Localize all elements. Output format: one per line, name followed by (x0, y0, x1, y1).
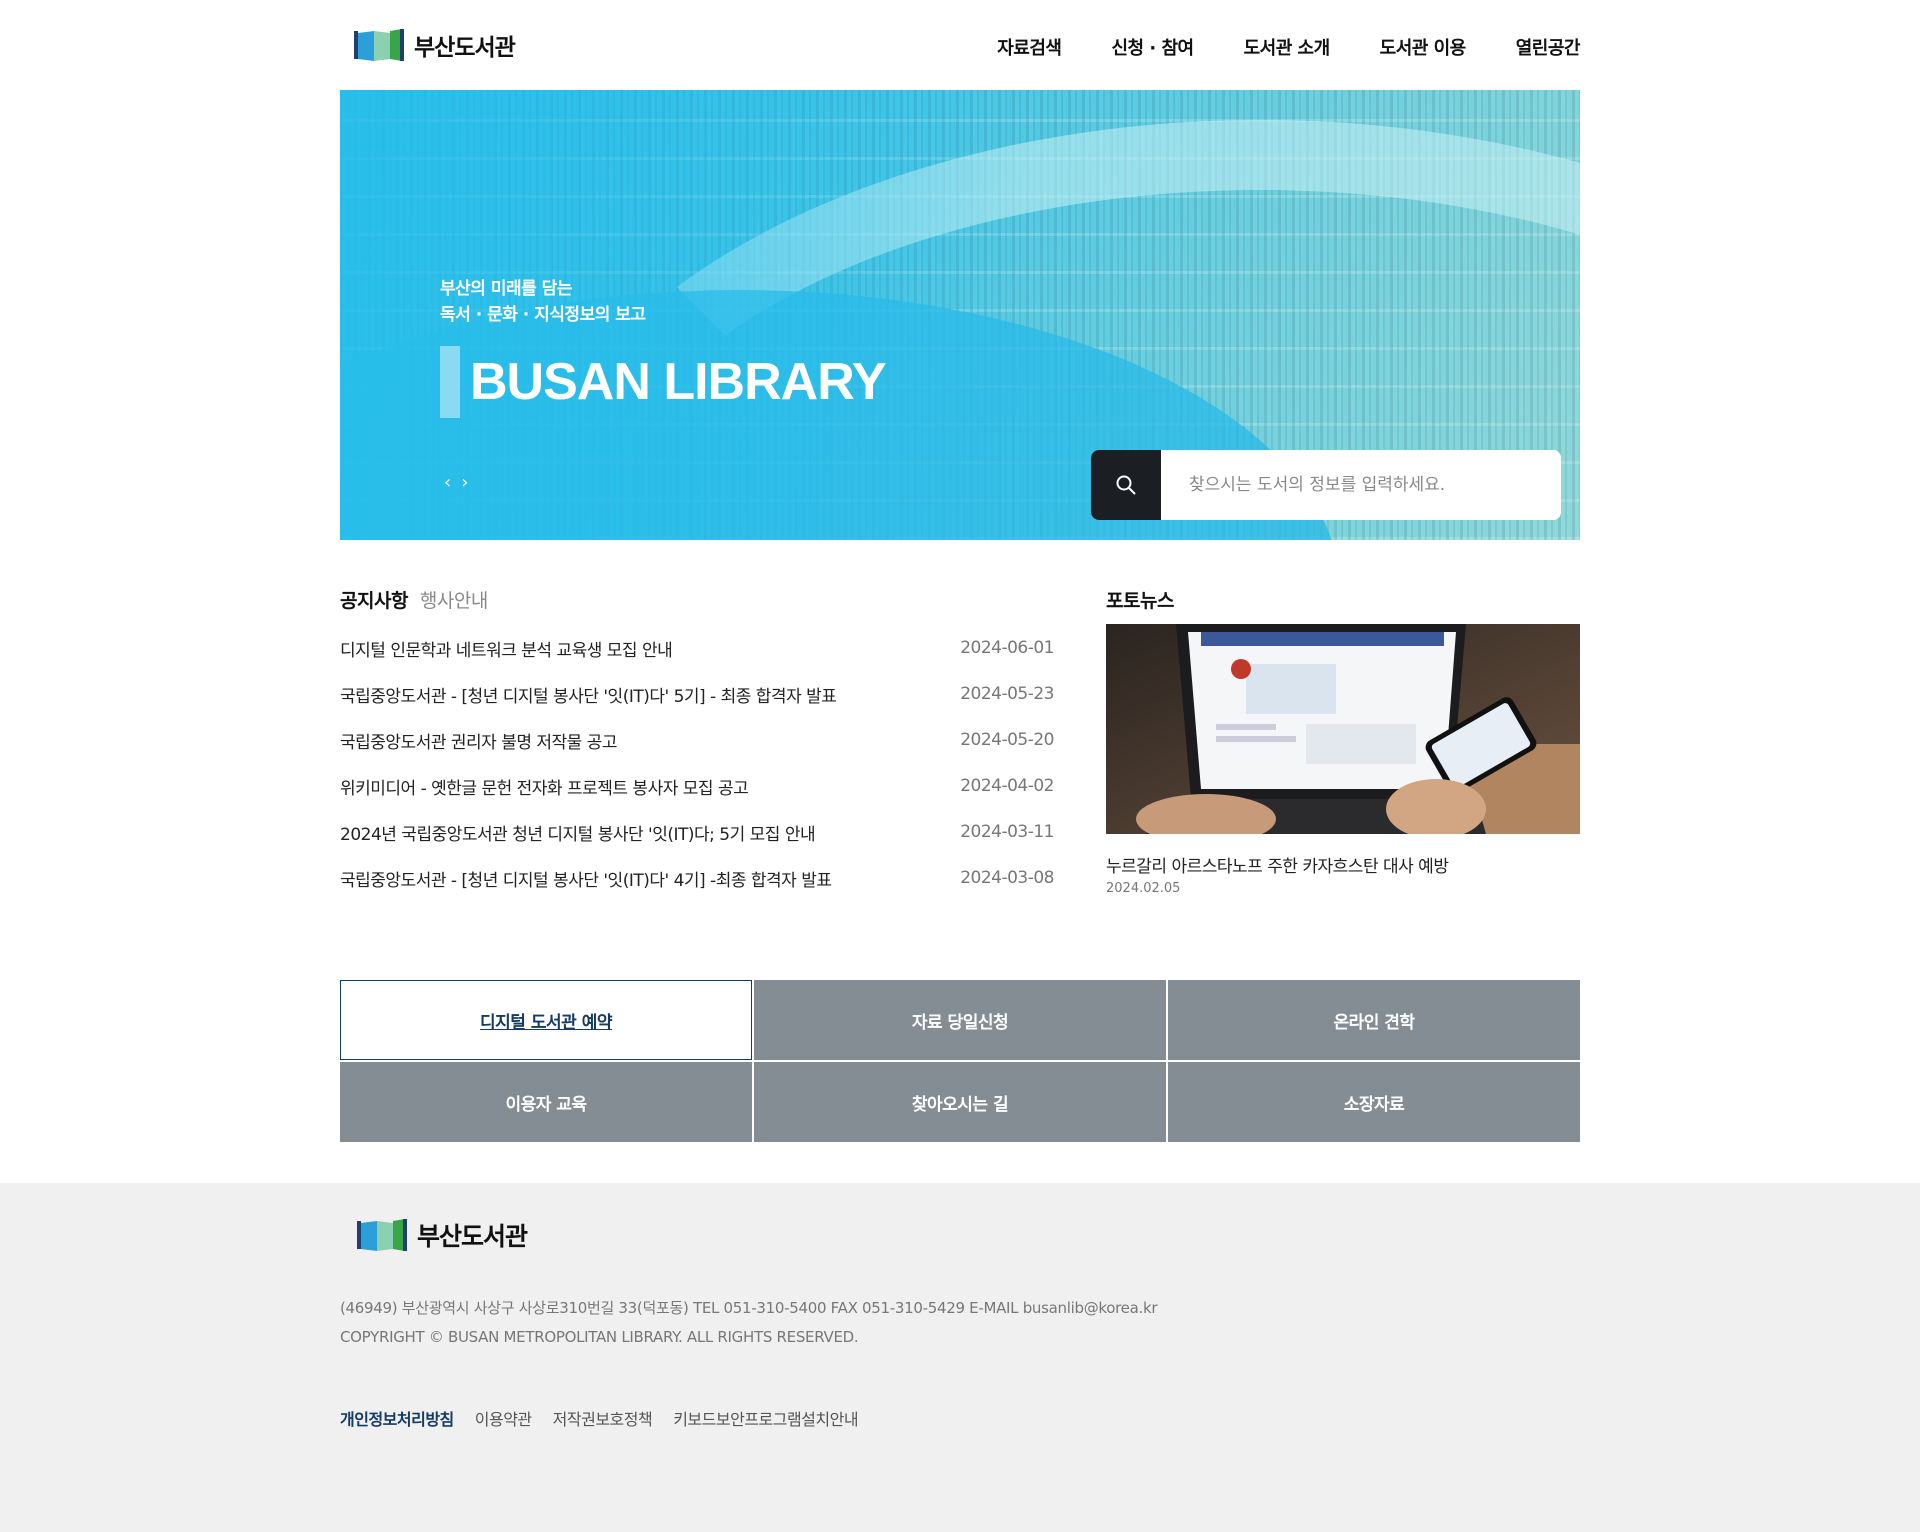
nav-item-about[interactable]: 도서관 소개 (1244, 34, 1331, 60)
search-box (1091, 450, 1561, 520)
main-nav: 자료검색 신청 · 참여 도서관 소개 도서관 이용 열린공간 (997, 34, 1580, 60)
notice-title[interactable]: 국립중앙도서관 권리자 불명 저작물 공고 (340, 728, 617, 753)
quick-directions[interactable]: 찾아오시는 길 (754, 1062, 1166, 1142)
footer-links: 개인정보처리방침 이용약관 저작권보호정책 키보드보안프로그램설치안내 (340, 1406, 859, 1430)
chevron-right-icon[interactable]: › (461, 472, 468, 493)
notice-date: 2024-03-11 (960, 822, 1054, 842)
notice-list: 디지털 인문학과 네트워크 분석 교육생 모집 안내 2024-06-01 국립… (340, 625, 1054, 901)
site-footer: 부산도서관 (46949) 부산광역시 사상구 사상로310번길 33(덕포동)… (0, 1183, 1920, 1532)
hero-banner: 부산의 미래를 담는 독서 · 문화 · 지식정보의 보고 BUSAN LIBR… (340, 90, 1580, 540)
notice-date: 2024-05-20 (960, 730, 1054, 750)
footer-copyright: COPYRIGHT © BUSAN METROPOLITAN LIBRARY. … (340, 1328, 859, 1346)
notice-title[interactable]: 디지털 인문학과 네트워크 분석 교육생 모집 안내 (340, 636, 672, 661)
quick-menu: 디지털 도서관 예약 자료 당일신청 온라인 견학 이용자 교육 찾아오시는 길… (340, 980, 1580, 1142)
hero-accent-bar (440, 346, 460, 418)
nav-item-apply[interactable]: 신청 · 참여 (1111, 34, 1194, 60)
footer-address: (46949) 부산광역시 사상구 사상로310번길 33(덕포동) TEL 0… (340, 1299, 1158, 1317)
notice-title[interactable]: 위키미디어 - 옛한글 문헌 전자화 프로젝트 봉사자 모집 공고 (340, 774, 748, 799)
photo-news-caption[interactable]: 누르갈리 아르스타노프 주한 카자흐스탄 대사 예방 (1106, 852, 1449, 877)
notice-item[interactable]: 2024년 국립중앙도서관 청년 디지털 봉사단 '잇(IT)다; 5기 모집 … (340, 809, 1054, 855)
notice-title[interactable]: 국립중앙도서관 - [청년 디지털 봉사단 '잇(IT)다' 5기] - 최종 … (340, 682, 836, 707)
notice-date: 2024-06-01 (960, 638, 1054, 658)
footer-logo: 부산도서관 (357, 1217, 528, 1253)
quick-digital-library-reservation[interactable]: 디지털 도서관 예약 (340, 980, 752, 1060)
search-icon (1116, 475, 1136, 495)
photo-news-heading: 포토뉴스 (1106, 590, 1174, 612)
laptop-phone-photo (1106, 624, 1580, 834)
hero-subtitle: 부산의 미래를 담는 독서 · 문화 · 지식정보의 보고 (440, 276, 646, 328)
library-logo-icon (357, 1219, 407, 1251)
notice-title[interactable]: 국립중앙도서관 - [청년 디지털 봉사단 '잇(IT)다' 4기] -최종 합… (340, 866, 832, 891)
footer-link-copyright[interactable]: 저작권보호정책 (553, 1406, 653, 1430)
quick-collection[interactable]: 소장자료 (1168, 1062, 1580, 1142)
hero-subtitle-line2: 독서 · 문화 · 지식정보의 보고 (440, 305, 646, 325)
footer-link-terms[interactable]: 이용약관 (475, 1406, 532, 1430)
photo-news-date: 2024.02.05 (1106, 881, 1181, 896)
quick-online-tour[interactable]: 온라인 견학 (1168, 980, 1580, 1060)
notice-title[interactable]: 2024년 국립중앙도서관 청년 디지털 봉사단 '잇(IT)다; 5기 모집 … (340, 820, 815, 845)
hero-slider-controls: ‹ › (444, 472, 468, 493)
notice-date: 2024-03-08 (960, 868, 1054, 888)
tab-notices[interactable]: 공지사항 (340, 586, 408, 613)
chevron-left-icon[interactable]: ‹ (444, 472, 451, 493)
notice-item[interactable]: 국립중앙도서관 - [청년 디지털 봉사단 '잇(IT)다' 5기] - 최종 … (340, 671, 1054, 717)
footer-link-privacy[interactable]: 개인정보처리방침 (340, 1406, 454, 1430)
search-input[interactable] (1161, 450, 1561, 520)
library-logo-icon (354, 29, 404, 61)
nav-item-usage[interactable]: 도서관 이용 (1380, 34, 1467, 60)
footer-logo-text: 부산도서관 (417, 1222, 528, 1251)
notice-item[interactable]: 국립중앙도서관 권리자 불명 저작물 공고 2024-05-20 (340, 717, 1054, 763)
hero-subtitle-line1: 부산의 미래를 담는 (440, 279, 572, 299)
nav-item-search[interactable]: 자료검색 (997, 34, 1062, 60)
notice-item[interactable]: 국립중앙도서관 - [청년 디지털 봉사단 '잇(IT)다' 4기] -최종 합… (340, 855, 1054, 901)
footer-link-keyboard-security[interactable]: 키보드보안프로그램설치안내 (673, 1406, 858, 1430)
quick-same-day-request[interactable]: 자료 당일신청 (754, 980, 1166, 1060)
notice-item[interactable]: 디지털 인문학과 네트워크 분석 교육생 모집 안내 2024-06-01 (340, 625, 1054, 671)
hero-title: BUSAN LIBRARY (470, 353, 887, 411)
nav-item-open-space[interactable]: 열린공간 (1516, 34, 1581, 60)
footer-info: (46949) 부산광역시 사상구 사상로310번길 33(덕포동) TEL 0… (340, 1294, 1158, 1352)
site-logo[interactable]: 부산도서관 (354, 28, 516, 62)
tab-events[interactable]: 행사안내 (420, 586, 488, 613)
notice-date: 2024-05-23 (960, 684, 1054, 704)
site-header: 부산도서관 자료검색 신청 · 참여 도서관 소개 도서관 이용 열린공간 (340, 0, 1581, 90)
notice-date: 2024-04-02 (960, 776, 1054, 796)
notice-item[interactable]: 위키미디어 - 옛한글 문헌 전자화 프로젝트 봉사자 모집 공고 2024-0… (340, 763, 1054, 809)
quick-user-education[interactable]: 이용자 교육 (340, 1062, 752, 1142)
board-tabs: 공지사항 행사안내 (340, 586, 488, 613)
logo-text: 부산도서관 (414, 35, 516, 61)
search-button[interactable] (1091, 450, 1161, 520)
photo-news-image[interactable] (1106, 624, 1580, 834)
